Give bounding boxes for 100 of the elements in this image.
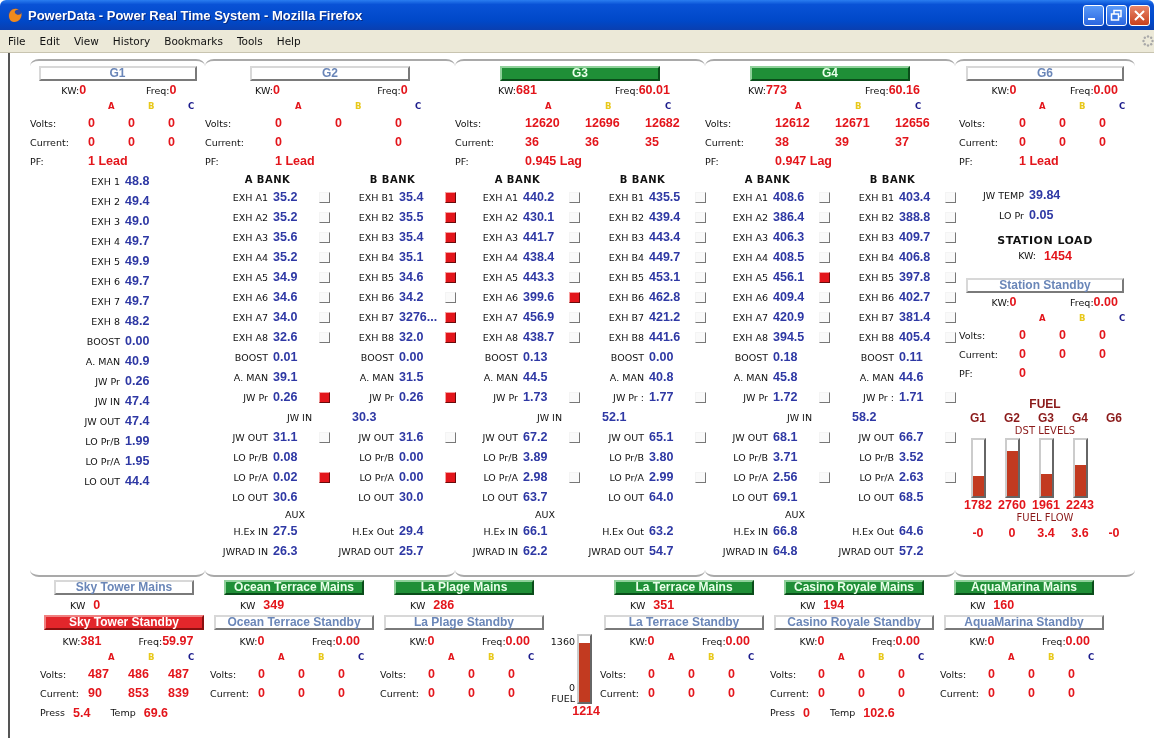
volts-label: Volts: bbox=[210, 668, 238, 682]
minimize-button[interactable] bbox=[1083, 4, 1104, 26]
freq-value: 0.00 bbox=[895, 634, 920, 648]
reading-value: 26.3 bbox=[273, 544, 299, 558]
tank-label: G3 bbox=[1038, 411, 1054, 425]
menu-item[interactable]: Help bbox=[276, 35, 301, 47]
reading-label: Press bbox=[40, 707, 65, 718]
unit-header: Sky Tower Standby bbox=[44, 615, 204, 630]
reading-label: EXH B6 bbox=[857, 291, 895, 303]
freq-label: Freq: bbox=[1070, 85, 1094, 96]
volts-value: 0 bbox=[395, 115, 403, 132]
reading-label: LO Pr/B bbox=[858, 451, 895, 463]
phase-label: C bbox=[747, 651, 756, 664]
freq-value: 0.00 bbox=[1093, 83, 1118, 97]
reading-value: 48.8 bbox=[125, 174, 150, 188]
reading-label: EXH B4 bbox=[607, 251, 645, 263]
volts-label: Volts: bbox=[959, 329, 987, 343]
reading-label: JW OUT bbox=[481, 431, 519, 443]
reading-label: BOOST bbox=[359, 351, 395, 363]
menu-item[interactable]: View bbox=[73, 35, 99, 47]
gauge-label: FUEL bbox=[551, 693, 575, 704]
fuel-flow-title: FUEL FLOW bbox=[1015, 512, 1075, 523]
reading-value: 408.5 bbox=[773, 250, 806, 264]
reading-value: 406.3 bbox=[773, 230, 806, 244]
menu-item[interactable]: File bbox=[8, 35, 26, 47]
tank-label: G1 bbox=[970, 411, 986, 425]
volts-value: 0 bbox=[258, 666, 266, 683]
phase-label: B bbox=[1078, 312, 1087, 325]
station-load-title: STATION LOAD bbox=[996, 234, 1094, 247]
reading-value: 456.1 bbox=[773, 270, 806, 284]
reading-value: 57.2 bbox=[899, 544, 925, 558]
volts-value: 12696 bbox=[585, 115, 621, 132]
reading-value: 0.26 bbox=[125, 374, 150, 388]
reading-value: 58.2 bbox=[851, 410, 877, 424]
reading-label: BOOST bbox=[733, 351, 769, 363]
reading-value: 388.8 bbox=[899, 210, 932, 224]
reading-label: EXH A2 bbox=[231, 211, 269, 223]
reading-value: 0.00 bbox=[399, 470, 425, 484]
maximize-button[interactable] bbox=[1106, 4, 1127, 26]
freq-label: Freq: bbox=[377, 85, 401, 96]
reading-label: EXH A3 bbox=[231, 231, 269, 243]
reading-label: EXH A4 bbox=[481, 251, 519, 263]
unit-header: Ocean Terrace Mains bbox=[224, 580, 364, 595]
close-button[interactable] bbox=[1129, 4, 1150, 26]
reading-label: EXH 2 bbox=[90, 195, 121, 207]
reading-value: 3.80 bbox=[649, 450, 675, 464]
reading-value: 102.6 bbox=[863, 705, 895, 720]
current-value: 0 bbox=[898, 685, 906, 702]
reading-value: 403.4 bbox=[899, 190, 932, 204]
kw-value: 286 bbox=[433, 598, 455, 612]
fuel-gauge bbox=[577, 634, 592, 704]
unit-header: Sky Tower Mains bbox=[54, 580, 194, 595]
volts-label: Volts: bbox=[205, 117, 233, 131]
menu-item[interactable]: Bookmarks bbox=[164, 35, 223, 47]
phase-label: B bbox=[317, 651, 326, 664]
reading-label: EXH A7 bbox=[231, 311, 269, 323]
reading-label: LO Pr/A bbox=[608, 471, 645, 483]
fuel-flow-value: -0 bbox=[972, 526, 984, 540]
reading-value: 421.2 bbox=[649, 310, 682, 324]
volts-value: 12656 bbox=[895, 115, 931, 132]
menu-item[interactable]: History bbox=[112, 35, 151, 47]
reading-value: 65.1 bbox=[649, 430, 675, 444]
reading-value: 3.89 bbox=[523, 450, 549, 464]
reading-label: EXH B2 bbox=[607, 211, 645, 223]
tank-reading: 1782 bbox=[964, 498, 992, 512]
bank-heading: B BANK bbox=[619, 173, 666, 185]
reading-value: 1.95 bbox=[125, 454, 150, 468]
reading-value: 405.4 bbox=[899, 330, 932, 344]
reading-value: 69.6 bbox=[143, 705, 169, 720]
phase-label: B bbox=[854, 100, 863, 113]
menu-item[interactable]: Edit bbox=[39, 35, 60, 47]
current-value: 0 bbox=[988, 685, 996, 702]
reading-label: BOOST bbox=[233, 351, 269, 363]
reading-label: Temp bbox=[829, 707, 856, 718]
kw-label: KW: bbox=[239, 636, 258, 647]
pf-label: PF: bbox=[205, 155, 220, 169]
current-value: 0 bbox=[1099, 346, 1107, 363]
reading-label: JW Pr bbox=[741, 391, 769, 403]
reading-label: A. MAN bbox=[858, 371, 895, 383]
freq-label: Freq: bbox=[865, 85, 889, 96]
reading-value: 34.6 bbox=[399, 270, 425, 284]
menu-item[interactable]: Tools bbox=[236, 35, 263, 47]
freq-label: Freq: bbox=[615, 85, 639, 96]
reading-value: 438.4 bbox=[523, 250, 556, 264]
reading-label: JW Pr bbox=[241, 391, 269, 403]
reading-value: 0.13 bbox=[523, 350, 549, 364]
kw-value: 0 bbox=[93, 598, 101, 612]
phase-label: A bbox=[544, 100, 553, 113]
reading-label: LO Pr/A bbox=[482, 471, 519, 483]
reading-value: 68.5 bbox=[899, 490, 925, 504]
reading-value: 439.4 bbox=[649, 210, 682, 224]
tank-gauge bbox=[970, 438, 986, 498]
current-label: Current: bbox=[30, 136, 70, 150]
phase-label: B bbox=[877, 651, 886, 664]
reading-value: 420.9 bbox=[773, 310, 806, 324]
phase-label: A bbox=[794, 100, 803, 113]
reading-label: JW OUT bbox=[83, 415, 121, 427]
freq-label: Freq: bbox=[702, 636, 726, 647]
reading-label: EXH 7 bbox=[90, 295, 121, 307]
freq-value: 59.97 bbox=[162, 634, 194, 648]
